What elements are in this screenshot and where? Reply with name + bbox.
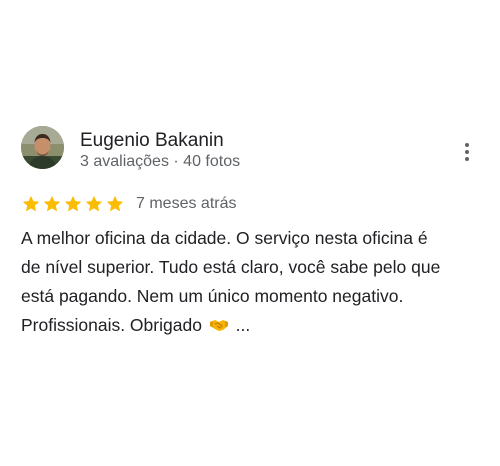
rating-row: 7 meses atrás (21, 193, 236, 215)
avatar[interactable] (21, 126, 64, 169)
more-vert-icon[interactable] (458, 140, 476, 164)
author-meta[interactable]: 3 avaliações · 40 fotos (80, 153, 240, 171)
review-text-line: A melhor oficina da cidade. O serviço ne… (21, 228, 428, 248)
review-text-line: está pagando. Nem um único momento negat… (21, 286, 404, 306)
review-text-line-last: Profissionais. Obrigado ... (21, 311, 481, 340)
review-card: Eugenio Bakanin 3 avaliações · 40 fotos … (0, 0, 500, 466)
star-icon (22, 195, 40, 212)
star-rating (21, 194, 125, 214)
avatar-photo (21, 126, 64, 169)
handshake-icon (209, 320, 228, 331)
review-text-fragment: Profissionais. Obrigado (21, 315, 202, 335)
star-icon (43, 195, 61, 212)
more-dot (465, 150, 469, 154)
star-icon (85, 195, 103, 212)
review-time: 7 meses atrás (136, 195, 237, 212)
star-icon (106, 195, 124, 212)
author-name[interactable]: Eugenio Bakanin (80, 130, 224, 152)
more-dot (465, 143, 469, 147)
read-more-ellipsis[interactable]: ... (236, 315, 251, 335)
review-text-line: de nível superior. Tudo está claro, você… (21, 257, 441, 277)
more-dot (465, 157, 469, 161)
star-icon (64, 195, 82, 212)
review-text: A melhor oficina da cidade. O serviço ne… (21, 224, 481, 340)
